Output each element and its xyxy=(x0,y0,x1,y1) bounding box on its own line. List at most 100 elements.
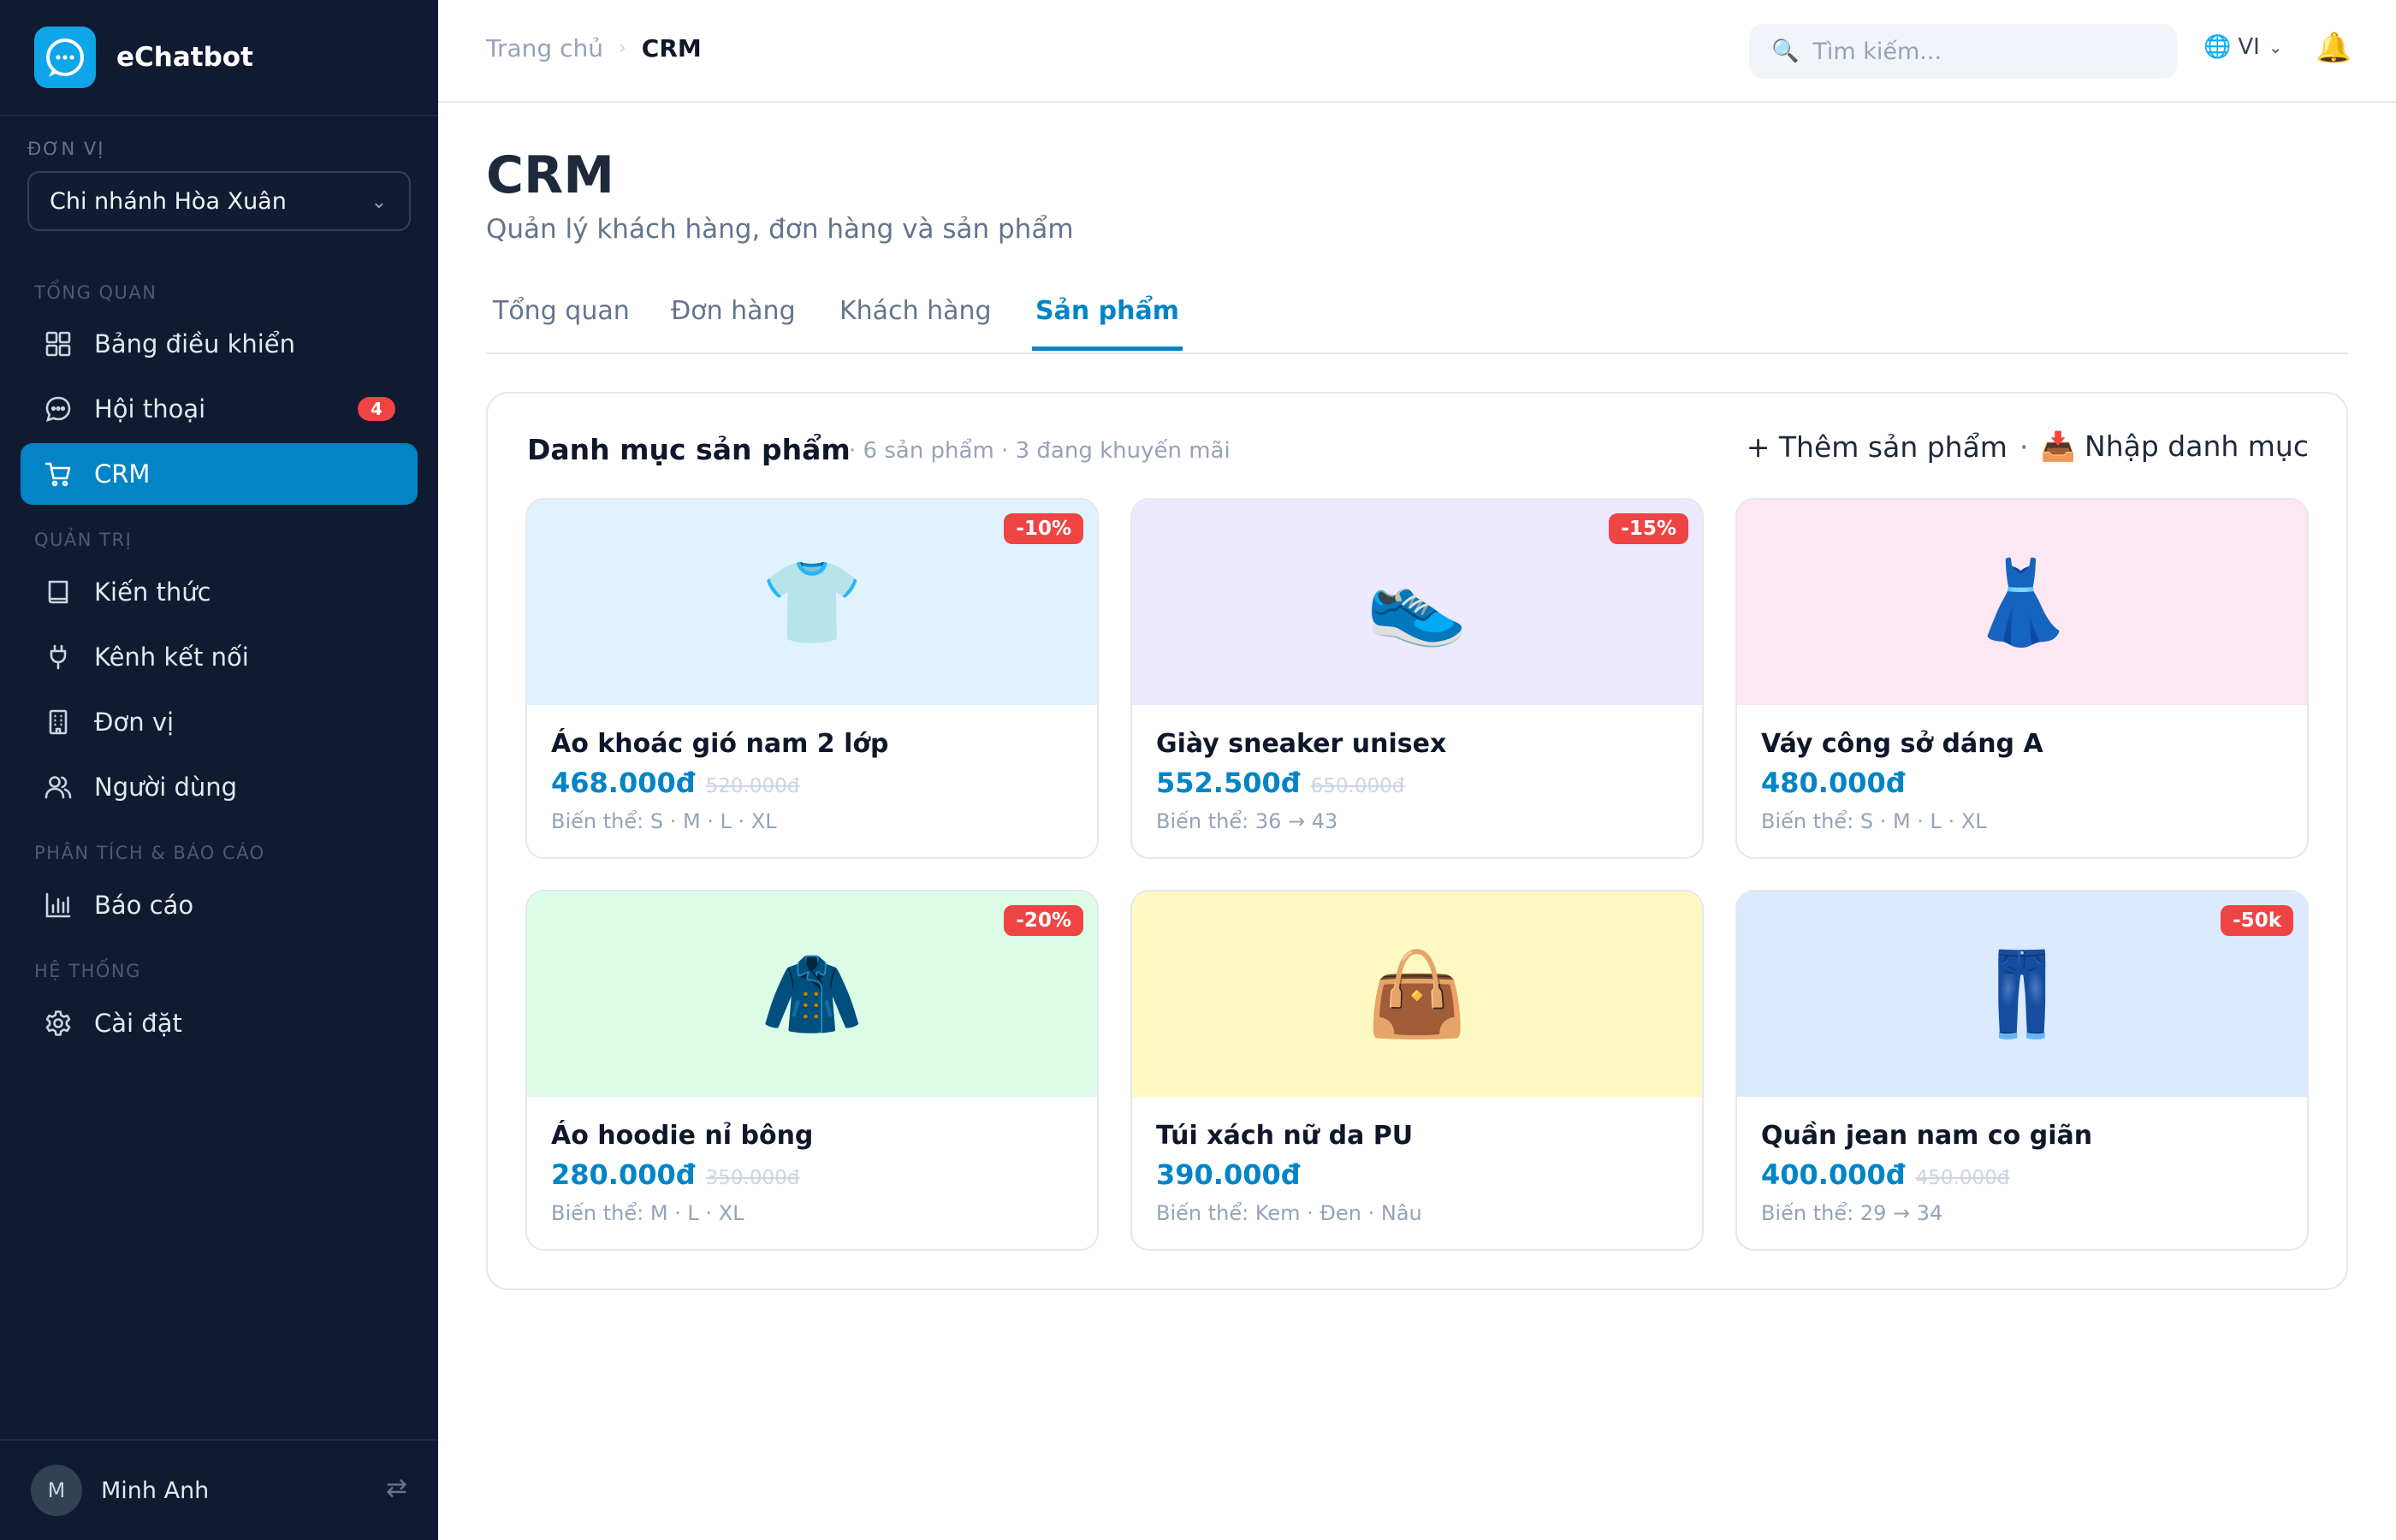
tab-customers[interactable]: Khách hàng xyxy=(839,296,992,346)
sidebar-item-channels[interactable]: Kênh kết nối xyxy=(21,626,418,688)
product-variants: Biến thể: S · M · L · XL xyxy=(1761,809,1987,833)
product-name: Túi xách nữ da PU xyxy=(1156,1121,1414,1151)
discount-badge: -10% xyxy=(1004,513,1083,544)
unread-badge: 4 xyxy=(358,397,395,421)
group-label-system: HỆ THỐNG xyxy=(34,961,141,981)
sidebar-item-settings[interactable]: Cài đặt xyxy=(21,992,418,1054)
product-catalog: Danh mục sản phẩm · 6 sản phẩm · 3 đang … xyxy=(486,392,2348,1290)
coat-icon: 🧥 xyxy=(761,946,863,1042)
catalog-title: Danh mục sản phẩm xyxy=(527,433,851,466)
price-row: 480.000đ xyxy=(1761,767,1906,799)
globe-icon: 🌐 xyxy=(2203,34,2232,60)
group-label-admin: QUẢN TRỊ xyxy=(34,530,133,550)
product-variants: Biến thể: 29 → 34 xyxy=(1761,1201,1943,1225)
product-variants: Biến thể: S · M · L · XL xyxy=(551,809,777,833)
import-catalog-button[interactable]: 📥 Nhập danh mục xyxy=(2040,429,2309,464)
language-selector[interactable]: 🌐 VI ⌄ xyxy=(2203,34,2283,60)
sneaker-icon: 👟 xyxy=(1366,554,1468,650)
search-input[interactable] xyxy=(1812,38,2156,65)
sidebar-item-label: Người dùng xyxy=(94,773,238,802)
sidebar-item-units[interactable]: Đơn vị xyxy=(21,691,418,753)
product-old-price: 350.000đ xyxy=(705,1167,800,1189)
price-row: 390.000đ xyxy=(1156,1158,1301,1191)
product-old-price: 450.000đ xyxy=(1915,1167,2010,1189)
product-variants: Biến thể: 36 → 43 xyxy=(1156,809,1338,833)
price-row: 552.500đ 650.000đ xyxy=(1156,767,1404,799)
price-row: 280.000đ 350.000đ xyxy=(551,1158,799,1191)
price-row: 468.000đ 520.000đ xyxy=(551,767,799,799)
group-label-analytics: PHÂN TÍCH & BÁO CÁO xyxy=(34,843,265,863)
product-card[interactable]: 🧥 -20% Áo hoodie nỉ bông 280.000đ 350.00… xyxy=(525,890,1099,1251)
sidebar-item-label: Cài đặt xyxy=(94,1009,182,1038)
user-profile[interactable]: M Minh Anh ⇄ xyxy=(0,1439,438,1540)
search-icon: 🔍 xyxy=(1771,38,1800,64)
product-price: 552.500đ xyxy=(1156,767,1301,799)
dress-icon: 👗 xyxy=(1971,554,2073,650)
sidebar-item-knowledge[interactable]: Kiến thức xyxy=(21,561,418,623)
product-old-price: 520.000đ xyxy=(705,775,800,797)
brand-name: eChatbot xyxy=(116,42,253,73)
product-image: 👜 xyxy=(1132,891,1702,1097)
grid-icon xyxy=(41,327,75,361)
product-name: Quần jean nam co giãn xyxy=(1761,1121,2093,1151)
page-subtitle: Quản lý khách hàng, đơn hàng và sản phẩm xyxy=(486,214,1074,245)
discount-badge: -20% xyxy=(1004,905,1083,936)
chat-icon xyxy=(41,392,75,426)
sidebar-item-label: Bảng điều khiển xyxy=(94,329,296,358)
product-price: 480.000đ xyxy=(1761,767,1906,799)
brand[interactable]: eChatbot xyxy=(0,0,438,116)
tab-products[interactable]: Sản phẩm xyxy=(1032,296,1183,351)
product-image: 👕 -10% xyxy=(527,500,1097,705)
users-icon xyxy=(41,770,75,804)
product-old-price: 650.000đ xyxy=(1310,775,1405,797)
sidebar-item-users[interactable]: Người dùng xyxy=(21,756,418,818)
bar-chart-icon xyxy=(41,888,75,922)
add-product-button[interactable]: + Thêm sản phẩm xyxy=(1747,430,2008,464)
cart-icon xyxy=(41,457,75,491)
unit-label: ĐƠN VỊ xyxy=(27,139,105,159)
product-price: 400.000đ xyxy=(1761,1158,1906,1191)
product-name: Giày sneaker unisex xyxy=(1156,729,1447,759)
product-image: 🧥 -20% xyxy=(527,891,1097,1097)
switch-account-icon[interactable]: ⇄ xyxy=(386,1473,407,1503)
chevron-right-icon: › xyxy=(618,38,626,59)
breadcrumb-home[interactable]: Trang chủ xyxy=(486,34,603,62)
chatbot-logo-icon xyxy=(34,27,96,88)
product-card[interactable]: 👜 Túi xách nữ da PU 390.000đ Biến thể: K… xyxy=(1130,890,1704,1251)
product-image: 👟 -15% xyxy=(1132,500,1702,705)
gear-icon xyxy=(41,1006,75,1040)
user-name: Minh Anh xyxy=(101,1477,210,1504)
t-shirt-icon: 👕 xyxy=(761,554,863,650)
sidebar-item-dashboard[interactable]: Bảng điều khiển xyxy=(21,313,418,375)
product-variants: Biến thể: Kem · Đen · Nâu xyxy=(1156,1201,1422,1225)
product-price: 280.000đ xyxy=(551,1158,696,1191)
sidebar: eChatbot ĐƠN VỊ Chi nhánh Hòa Xuân ⌄ TỔN… xyxy=(0,0,438,1540)
language-code: VI xyxy=(2238,34,2260,60)
sidebar-item-reports[interactable]: Báo cáo xyxy=(21,874,418,936)
action-separator: · xyxy=(2019,429,2029,464)
catalog-meta: · 6 sản phẩm · 3 đang khuyến mãi xyxy=(849,438,1231,464)
tab-overview[interactable]: Tổng quan xyxy=(493,296,630,346)
sidebar-item-label: CRM xyxy=(94,459,151,489)
search-box[interactable]: 🔍 xyxy=(1749,24,2177,79)
product-card[interactable]: 👖 -50k Quần jean nam co giãn 400.000đ 45… xyxy=(1735,890,2309,1251)
product-name: Áo hoodie nỉ bông xyxy=(551,1121,814,1151)
product-price: 390.000đ xyxy=(1156,1158,1301,1191)
product-image: 👖 -50k xyxy=(1737,891,2307,1097)
sidebar-item-label: Kênh kết nối xyxy=(94,643,249,672)
sidebar-item-crm[interactable]: CRM xyxy=(21,443,418,505)
product-card[interactable]: 👕 -10% Áo khoác gió nam 2 lớp 468.000đ 5… xyxy=(525,498,1099,859)
sidebar-item-label: Kiến thức xyxy=(94,578,211,607)
tab-orders[interactable]: Đơn hàng xyxy=(671,296,796,346)
product-card[interactable]: 👗 Váy công sở dáng A 480.000đ Biến thể: … xyxy=(1735,498,2309,859)
crm-tabs: Tổng quan Đơn hàng Khách hàng Sản phẩm xyxy=(486,282,2348,354)
product-card[interactable]: 👟 -15% Giày sneaker unisex 552.500đ 650.… xyxy=(1130,498,1704,859)
sidebar-item-conversations[interactable]: Hội thoại 4 xyxy=(21,378,418,440)
unit-select[interactable]: Chi nhánh Hòa Xuân ⌄ xyxy=(27,171,411,231)
page-title: CRM xyxy=(486,145,614,205)
unit-select-value: Chi nhánh Hòa Xuân xyxy=(50,187,287,215)
bell-icon[interactable]: 🔔 xyxy=(2316,31,2352,65)
catalog-actions: + Thêm sản phẩm · 📥 Nhập danh mục xyxy=(1747,429,2309,464)
sidebar-item-label: Báo cáo xyxy=(94,891,194,920)
plug-icon xyxy=(41,640,75,674)
